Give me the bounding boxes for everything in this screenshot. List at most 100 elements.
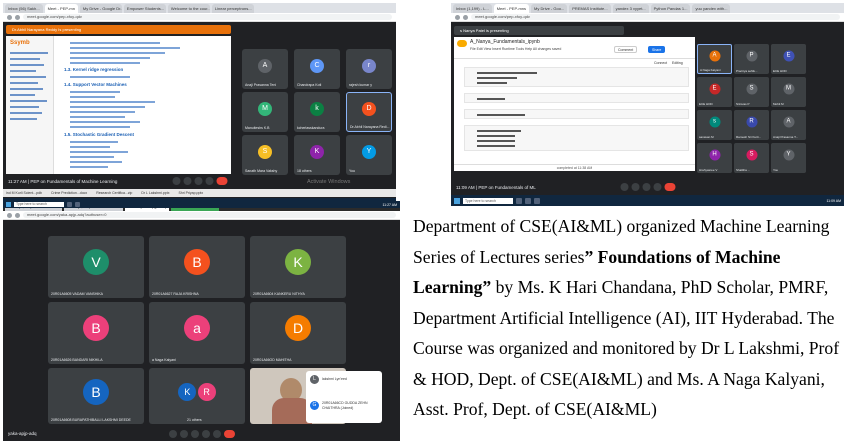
code-cell[interactable] <box>464 109 689 119</box>
download-item[interactable]: Research Certifica...zip <box>96 191 132 195</box>
browser-tab[interactable]: My Drive - Google Dr... <box>79 4 122 13</box>
taskbar-app-icon[interactable] <box>75 202 80 207</box>
browser-tab[interactable]: Welcome to the cour... <box>167 4 210 13</box>
editing-button[interactable]: Editing <box>672 61 683 65</box>
address-bar[interactable]: meet.google.com/pep-xfoy-qdv <box>23 14 392 20</box>
participant-tile[interactable]: K 20R01A6604 KANKERU NITHYA <box>250 236 346 298</box>
participant-tile[interactable]: M Mohit M <box>771 77 806 107</box>
comment-button[interactable]: Comment <box>614 46 638 53</box>
avatar: M <box>783 83 794 95</box>
participant-tile[interactable]: r rajesh kumar y <box>346 49 392 89</box>
connect-button[interactable]: Connect <box>654 61 667 65</box>
participant-tile-self[interactable]: Y You <box>346 135 392 175</box>
participant-tile-others[interactable]: K R 21 others <box>149 368 245 424</box>
avatar: s <box>709 116 720 128</box>
taskbar-clock: 11:09 AM <box>826 198 841 203</box>
participant-tile[interactable]: M Manuiteshs K.B <box>242 92 288 132</box>
leave-call-icon[interactable] <box>223 429 235 438</box>
present-icon[interactable] <box>194 177 202 185</box>
participant-tile[interactable]: S Shalitha ... <box>734 143 769 173</box>
download-item[interactable]: Crime Prediction...docx <box>51 191 87 195</box>
participant-tile[interactable]: a a Naga Kalyani <box>149 302 245 364</box>
download-item[interactable]: Shri Priyap.pptx <box>178 191 203 195</box>
more-icon[interactable] <box>212 429 221 438</box>
participant-name: You <box>349 169 355 173</box>
browser-tab[interactable]: Inbox (56) Sakh... <box>5 4 43 13</box>
windows-start-icon[interactable] <box>454 197 460 204</box>
participant-tile[interactable]: V 20R01A6605 VADAM VANSHIKA <box>48 236 144 298</box>
back-icon[interactable] <box>7 14 12 20</box>
camera-icon[interactable] <box>183 177 191 185</box>
participant-name: Ramesh Sri Kurti... <box>736 135 762 139</box>
notebook-title[interactable]: A_Nanya_Fundamentals_ipynb <box>470 39 540 45</box>
participant-tile[interactable]: A Anaji Prasanna T... <box>771 110 806 140</box>
reload-icon[interactable] <box>463 14 468 20</box>
code-line <box>477 114 525 116</box>
more-icon[interactable] <box>653 183 661 191</box>
participant-tile[interactable]: B 20R01A6626 BANDARI NIKHILA <box>48 302 144 364</box>
address-bar[interactable]: meet.google.com/pep-xfoy-qdv <box>471 14 840 20</box>
participant-tile[interactable]: E ECE HOD <box>697 77 732 107</box>
browser-tab[interactable]: PREMAS Institute... <box>569 4 611 13</box>
present-icon[interactable] <box>642 183 650 191</box>
windows-start-icon[interactable] <box>6 202 11 207</box>
code-cell[interactable] <box>464 93 689 103</box>
participant-tile-self[interactable]: Y You <box>771 143 806 173</box>
code-line <box>477 145 515 147</box>
notebook-menu[interactable]: File Edit View Insert Runtime Tools Help… <box>470 47 561 51</box>
browser-tab[interactable]: Meet - PEP-mns <box>493 4 530 13</box>
reload-icon[interactable] <box>15 212 20 218</box>
participant-tile[interactable]: P Pracriya sehtk... <box>734 44 769 74</box>
taskbar-search[interactable]: Type here to search <box>14 202 64 207</box>
browser-tab[interactable]: yandex 3 vyyet... <box>612 4 649 13</box>
participant-tile[interactable]: s sanavan M <box>697 110 732 140</box>
browser-tab[interactable]: Empower Students... <box>123 4 166 13</box>
participant-tile[interactable]: A Anaji Prasanna Teni <box>242 49 288 89</box>
participant-tile[interactable]: D 20R01A66OD MAHITHA <box>250 302 346 364</box>
participant-tile-others[interactable]: K 18 others <box>294 135 340 175</box>
mic-icon[interactable] <box>172 177 180 185</box>
participant-tile[interactable]: R Ramesh Sri Kurti... <box>734 110 769 140</box>
download-item[interactable]: Dr L Lakshmi.pptx <box>141 191 169 195</box>
reload-icon[interactable] <box>15 14 20 20</box>
browser-tab[interactable]: Inbox (1,199) - L... <box>453 4 492 13</box>
download-item[interactable]: ind M Kurli Scient...pdb <box>6 191 42 195</box>
participant-tile[interactable]: B 20R01A6608 BURAPATHIBALLI LAKSHMI DEED… <box>48 368 144 424</box>
leave-call-icon[interactable] <box>664 183 675 191</box>
participant-tile[interactable]: S Sanath Mara Vakshy <box>242 135 288 175</box>
participant-tile[interactable]: S Srinivas P <box>734 77 769 107</box>
participant-tile-presenter[interactable]: D Dr.Abhil Narayana Redi... <box>346 92 392 132</box>
mic-icon[interactable] <box>168 429 177 438</box>
participant-tile[interactable]: H Hrahyasree V <box>697 143 732 173</box>
participant-tile[interactable]: E ECE HOD <box>771 44 806 74</box>
back-icon[interactable] <box>455 14 460 20</box>
participant-tile[interactable]: A A Naga Kalyani <box>697 44 732 74</box>
browser-tab[interactable]: Linear perceptrons... <box>211 4 254 13</box>
code-cell[interactable] <box>464 125 689 151</box>
participant-tile[interactable]: B 20R01A6627 RAJA KRISHNA <box>149 236 245 298</box>
browser-tab[interactable]: Meet - PEP-mn <box>44 4 78 13</box>
browser-tab[interactable]: Python Pandas 1... <box>650 4 691 13</box>
taskbar-app-icon[interactable] <box>525 197 531 204</box>
mic-icon[interactable] <box>620 183 628 191</box>
taskbar-search[interactable]: Type here to search <box>463 197 513 204</box>
participant-tile[interactable]: C Chandrapa Koti <box>294 49 340 89</box>
browser-tab[interactable]: yuu yandex with... <box>692 4 731 13</box>
camera-icon[interactable] <box>179 429 188 438</box>
taskbar-app-icon[interactable] <box>534 197 540 204</box>
shared-colab-notebook: A_Nanya_Fundamentals_ipynb File Edit Vie… <box>454 37 695 171</box>
present-icon[interactable] <box>201 429 210 438</box>
taskbar-app-icon[interactable] <box>516 197 522 204</box>
captions-icon[interactable] <box>190 429 199 438</box>
camera-icon[interactable] <box>631 183 639 191</box>
code-cell[interactable] <box>464 67 689 87</box>
share-button[interactable]: Share <box>648 46 666 53</box>
more-icon[interactable] <box>205 177 213 185</box>
browser-tab[interactable]: My Drive - Goo... <box>531 4 568 13</box>
taskbar-app-icon[interactable] <box>67 202 72 207</box>
address-bar[interactable]: meet.google.com/yaka-apjp-adq?authuser=0 <box>23 212 396 218</box>
back-icon[interactable] <box>7 212 12 218</box>
leave-call-icon[interactable] <box>216 177 227 185</box>
avatar: S <box>258 144 272 159</box>
participant-tile[interactable]: k kcherlasskandura <box>294 92 340 132</box>
